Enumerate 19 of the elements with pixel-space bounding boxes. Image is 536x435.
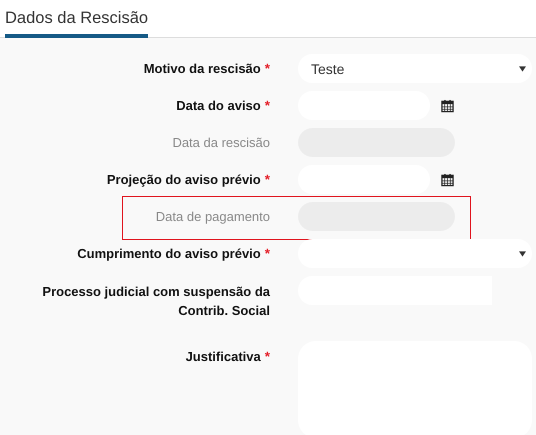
field-label: Data de pagamento: [156, 209, 270, 224]
field-label: Data do aviso: [176, 98, 261, 113]
required-mark: *: [264, 246, 270, 261]
field-label: Motivo da rescisão: [144, 61, 261, 76]
required-mark: *: [264, 98, 270, 113]
required-mark: *: [264, 172, 270, 187]
required-mark: *: [264, 61, 270, 76]
field-label: Data da rescisão: [172, 135, 270, 150]
field-label: Projeção do aviso prévio: [106, 172, 261, 187]
dropdown-field[interactable]: [298, 239, 532, 268]
caret-icon: [519, 66, 526, 72]
caret-icon: [519, 250, 526, 256]
calendar-icon[interactable]: [441, 172, 454, 186]
required-mark: *: [264, 349, 270, 364]
calendar-icon[interactable]: [441, 98, 454, 112]
field-label: Processo judicial com suspensão da Contrib. Social: [41, 283, 270, 320]
field-label: Justificativa: [186, 349, 261, 364]
field-label: Cumprimento do aviso prévio: [77, 246, 261, 261]
dropdown-field[interactable]: Teste: [298, 54, 532, 83]
